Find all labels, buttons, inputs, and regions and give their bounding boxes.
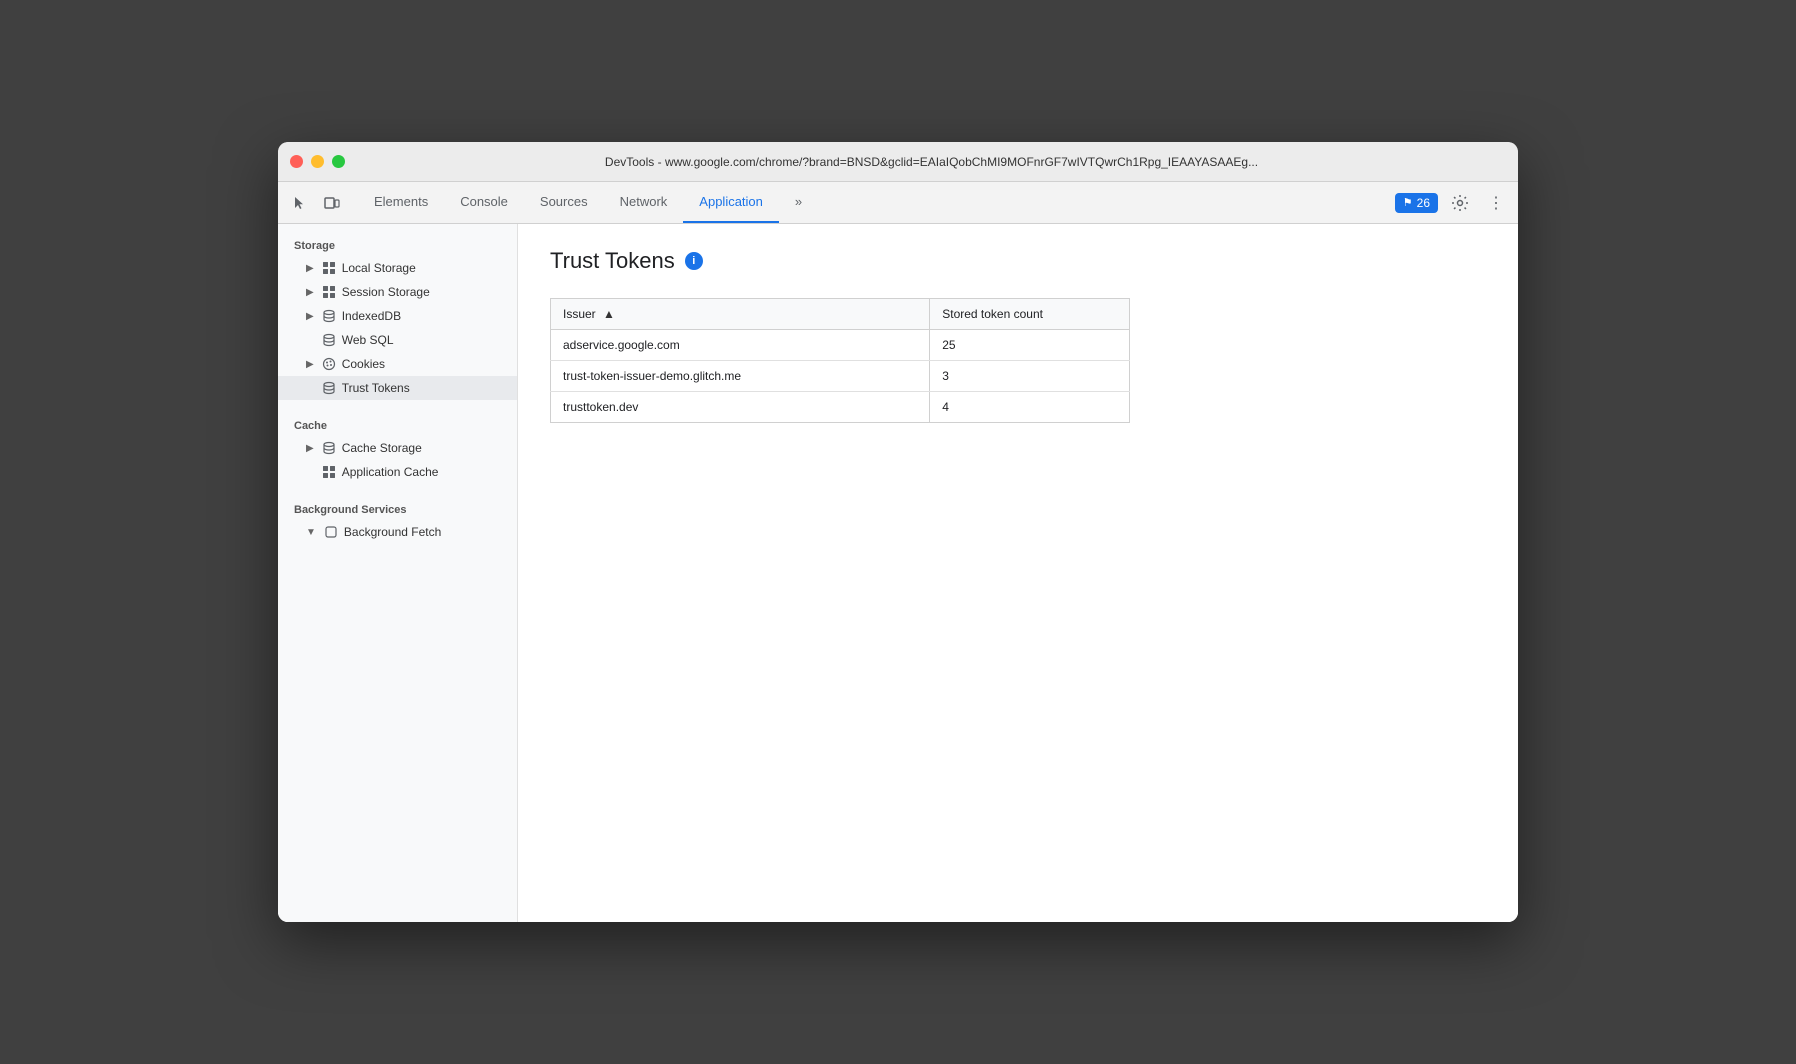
sidebar: Storage ▶ Local Storage ▶ bbox=[278, 224, 518, 922]
table-row[interactable]: trust-token-issuer-demo.glitch.me 3 bbox=[551, 361, 1130, 392]
toolbar: Elements Console Sources Network Applica… bbox=[278, 182, 1518, 224]
tab-more[interactable]: » bbox=[779, 182, 818, 223]
database-icon bbox=[322, 441, 336, 455]
close-button[interactable] bbox=[290, 155, 303, 168]
grid-icon bbox=[322, 465, 336, 479]
titlebar: DevTools - www.google.com/chrome/?brand=… bbox=[278, 142, 1518, 182]
devtools-window: DevTools - www.google.com/chrome/?brand=… bbox=[278, 142, 1518, 922]
chevron-down-icon: ▼ bbox=[306, 527, 316, 538]
cookie-icon bbox=[322, 357, 336, 371]
count-column-header[interactable]: Stored token count bbox=[930, 299, 1130, 330]
maximize-button[interactable] bbox=[332, 155, 345, 168]
window-title: DevTools - www.google.com/chrome/?brand=… bbox=[357, 155, 1506, 169]
traffic-lights bbox=[290, 155, 345, 168]
info-icon[interactable]: i bbox=[685, 252, 703, 270]
main-area: Storage ▶ Local Storage ▶ bbox=[278, 224, 1518, 922]
count-cell: 4 bbox=[930, 392, 1130, 423]
database-icon bbox=[322, 333, 336, 347]
issues-badge[interactable]: ⚑ 26 bbox=[1395, 193, 1438, 213]
tab-bar: Elements Console Sources Network Applica… bbox=[358, 182, 1395, 223]
tab-elements[interactable]: Elements bbox=[358, 182, 444, 223]
tab-console[interactable]: Console bbox=[444, 182, 524, 223]
issuer-cell: adservice.google.com bbox=[551, 330, 930, 361]
table-row[interactable]: trusttoken.dev 4 bbox=[551, 392, 1130, 423]
count-cell: 3 bbox=[930, 361, 1130, 392]
tab-sources[interactable]: Sources bbox=[524, 182, 604, 223]
storage-section-label: Storage bbox=[278, 232, 517, 256]
grid-icon bbox=[322, 285, 336, 299]
tab-application[interactable]: Application bbox=[683, 182, 779, 223]
content-area: Trust Tokens i Issuer ▲ Stored token cou… bbox=[518, 224, 1518, 922]
sidebar-item-application-cache[interactable]: ▶ Application Cache bbox=[278, 460, 517, 484]
table-row[interactable]: adservice.google.com 25 bbox=[551, 330, 1130, 361]
chevron-right-icon: ▶ bbox=[306, 359, 314, 370]
database-icon bbox=[322, 381, 336, 395]
chevron-right-icon: ▶ bbox=[306, 287, 314, 298]
sidebar-item-cookies[interactable]: ▶ Cookies bbox=[278, 352, 517, 376]
issuer-cell: trusttoken.dev bbox=[551, 392, 930, 423]
devtools-panel: Elements Console Sources Network Applica… bbox=[278, 182, 1518, 922]
sidebar-item-background-fetch[interactable]: ▼ Background Fetch bbox=[278, 520, 517, 544]
sidebar-item-session-storage[interactable]: ▶ Session Storage bbox=[278, 280, 517, 304]
grid-icon bbox=[322, 261, 336, 275]
tab-network[interactable]: Network bbox=[604, 182, 684, 223]
chevron-right-icon: ▶ bbox=[306, 311, 314, 322]
sidebar-item-local-storage[interactable]: ▶ Local Storage bbox=[278, 256, 517, 280]
more-options-button[interactable]: ⋮ bbox=[1482, 189, 1510, 217]
page-title-row: Trust Tokens i bbox=[550, 248, 1486, 274]
sidebar-item-trust-tokens[interactable]: ▶ Trust Tokens bbox=[278, 376, 517, 400]
count-cell: 25 bbox=[930, 330, 1130, 361]
toolbar-icons bbox=[286, 189, 346, 217]
background-section-label: Background Services bbox=[278, 496, 517, 520]
trust-tokens-table: Issuer ▲ Stored token count adservice.go… bbox=[550, 298, 1130, 423]
sidebar-item-web-sql[interactable]: ▶ Web SQL bbox=[278, 328, 517, 352]
flag-icon: ⚑ bbox=[1403, 196, 1413, 209]
page-title: Trust Tokens bbox=[550, 248, 675, 274]
sidebar-item-cache-storage[interactable]: ▶ Cache Storage bbox=[278, 436, 517, 460]
toolbar-right: ⚑ 26 ⋮ bbox=[1395, 189, 1510, 217]
cursor-icon[interactable] bbox=[286, 189, 314, 217]
device-toggle-icon[interactable] bbox=[318, 189, 346, 217]
background-icon bbox=[324, 525, 338, 539]
database-icon bbox=[322, 309, 336, 323]
sidebar-item-indexeddb[interactable]: ▶ IndexedDB bbox=[278, 304, 517, 328]
chevron-right-icon: ▶ bbox=[306, 443, 314, 454]
minimize-button[interactable] bbox=[311, 155, 324, 168]
chevron-right-icon: ▶ bbox=[306, 263, 314, 274]
cache-section-label: Cache bbox=[278, 412, 517, 436]
settings-button[interactable] bbox=[1446, 189, 1474, 217]
sort-arrow-icon: ▲ bbox=[603, 307, 615, 321]
issuer-column-header[interactable]: Issuer ▲ bbox=[551, 299, 930, 330]
issuer-cell: trust-token-issuer-demo.glitch.me bbox=[551, 361, 930, 392]
